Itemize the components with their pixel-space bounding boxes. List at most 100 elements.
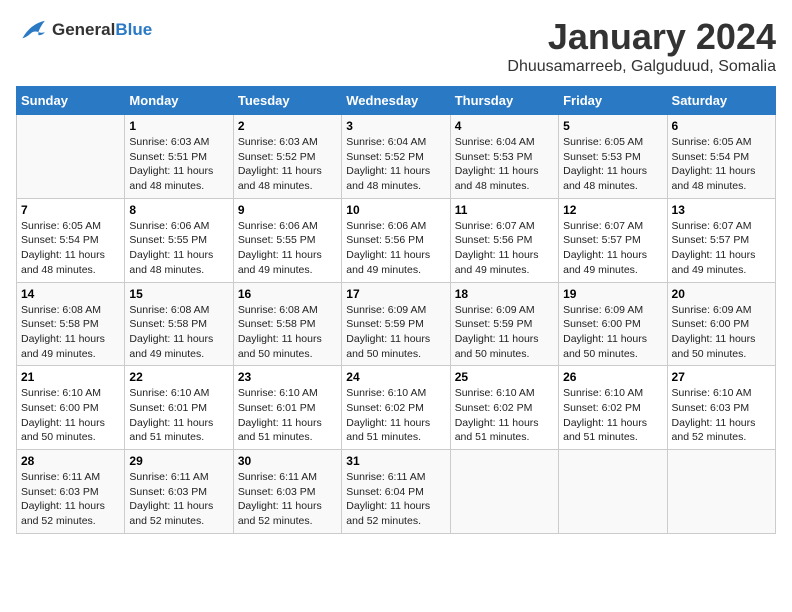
- calendar-cell: 10 Sunrise: 6:06 AM Sunset: 5:56 PM Dayli…: [342, 198, 450, 282]
- day-number: 3: [346, 119, 445, 133]
- calendar-cell: 15 Sunrise: 6:08 AM Sunset: 5:58 PM Dayli…: [125, 282, 233, 366]
- column-header-monday: Monday: [125, 87, 233, 115]
- day-number: 30: [238, 454, 337, 468]
- column-header-tuesday: Tuesday: [233, 87, 341, 115]
- calendar-cell: [667, 450, 775, 534]
- day-number: 5: [563, 119, 662, 133]
- day-number: 28: [21, 454, 120, 468]
- calendar-cell: 21Sunrise: 6:10 AM Sunset: 6:00 PM Dayli…: [17, 366, 125, 450]
- calendar-cell: 16 Sunrise: 6:08 AM Sunset: 5:58 PM Dayli…: [233, 282, 341, 366]
- logo-icon: [16, 16, 48, 44]
- calendar-cell: 5 Sunrise: 6:05 AM Sunset: 5:53 PM Daylig…: [559, 115, 667, 199]
- calendar-cell: [559, 450, 667, 534]
- day-info: Sunrise: 6:05 AM Sunset: 5:54 PM Dayligh…: [672, 135, 771, 194]
- calendar-cell: 2 Sunrise: 6:03 AM Sunset: 5:52 PM Daylig…: [233, 115, 341, 199]
- day-info: Sunrise: 6:03 AM Sunset: 5:51 PM Dayligh…: [129, 135, 228, 194]
- column-header-sunday: Sunday: [17, 87, 125, 115]
- day-number: 20: [672, 287, 771, 301]
- day-info: Sunrise: 6:04 AM Sunset: 5:53 PM Dayligh…: [455, 135, 554, 194]
- calendar-cell: 14 Sunrise: 6:08 AM Sunset: 5:58 PM Dayli…: [17, 282, 125, 366]
- calendar-cell: 4 Sunrise: 6:04 AM Sunset: 5:53 PM Daylig…: [450, 115, 558, 199]
- day-number: 19: [563, 287, 662, 301]
- calendar-cell: 31 Sunrise: 6:11 AM Sunset: 6:04 PM Dayli…: [342, 450, 450, 534]
- column-header-wednesday: Wednesday: [342, 87, 450, 115]
- day-info: Sunrise: 6:11 AM Sunset: 6:03 PM Dayligh…: [129, 470, 228, 529]
- calendar-cell: 22Sunrise: 6:10 AM Sunset: 6:01 PM Dayli…: [125, 366, 233, 450]
- column-header-saturday: Saturday: [667, 87, 775, 115]
- day-number: 2: [238, 119, 337, 133]
- day-number: 18: [455, 287, 554, 301]
- column-header-friday: Friday: [559, 87, 667, 115]
- calendar-cell: [450, 450, 558, 534]
- day-info: Sunrise: 6:11 AM Sunset: 6:03 PM Dayligh…: [21, 470, 120, 529]
- day-info: Sunrise: 6:08 AM Sunset: 5:58 PM Dayligh…: [129, 303, 228, 362]
- calendar-cell: 30 Sunrise: 6:11 AM Sunset: 6:03 PM Dayli…: [233, 450, 341, 534]
- day-info: Sunrise: 6:07 AM Sunset: 5:57 PM Dayligh…: [563, 219, 662, 278]
- day-number: 24: [346, 370, 445, 384]
- calendar-cell: 7Sunrise: 6:05 AM Sunset: 5:54 PM Daylig…: [17, 198, 125, 282]
- day-number: 7: [21, 203, 120, 217]
- day-info: Sunrise: 6:04 AM Sunset: 5:52 PM Dayligh…: [346, 135, 445, 194]
- day-number: 25: [455, 370, 554, 384]
- day-number: 15: [129, 287, 228, 301]
- calendar-cell: 17 Sunrise: 6:09 AM Sunset: 5:59 PM Dayli…: [342, 282, 450, 366]
- day-number: 12: [563, 203, 662, 217]
- calendar-cell: [17, 115, 125, 199]
- calendar-week-row: 21Sunrise: 6:10 AM Sunset: 6:00 PM Dayli…: [17, 366, 776, 450]
- logo-text: GeneralBlue: [52, 20, 152, 40]
- day-number: 17: [346, 287, 445, 301]
- calendar-cell: 24Sunrise: 6:10 AM Sunset: 6:02 PM Dayli…: [342, 366, 450, 450]
- calendar-cell: 29 Sunrise: 6:11 AM Sunset: 6:03 PM Dayli…: [125, 450, 233, 534]
- day-number: 11: [455, 203, 554, 217]
- calendar-cell: 8Sunrise: 6:06 AM Sunset: 5:55 PM Daylig…: [125, 198, 233, 282]
- calendar-cell: 3 Sunrise: 6:04 AM Sunset: 5:52 PM Daylig…: [342, 115, 450, 199]
- calendar-cell: 13 Sunrise: 6:07 AM Sunset: 5:57 PM Dayli…: [667, 198, 775, 282]
- day-number: 29: [129, 454, 228, 468]
- day-number: 21: [21, 370, 120, 384]
- calendar-cell: 26Sunrise: 6:10 AM Sunset: 6:02 PM Dayli…: [559, 366, 667, 450]
- day-number: 10: [346, 203, 445, 217]
- calendar-cell: 1 Sunrise: 6:03 AM Sunset: 5:51 PM Daylig…: [125, 115, 233, 199]
- day-info: Sunrise: 6:06 AM Sunset: 5:56 PM Dayligh…: [346, 219, 445, 278]
- calendar-cell: 20 Sunrise: 6:09 AM Sunset: 6:00 PM Dayli…: [667, 282, 775, 366]
- calendar-cell: 28 Sunrise: 6:11 AM Sunset: 6:03 PM Dayli…: [17, 450, 125, 534]
- day-info: Sunrise: 6:09 AM Sunset: 5:59 PM Dayligh…: [346, 303, 445, 362]
- calendar-cell: 9Sunrise: 6:06 AM Sunset: 5:55 PM Daylig…: [233, 198, 341, 282]
- day-number: 23: [238, 370, 337, 384]
- day-info: Sunrise: 6:03 AM Sunset: 5:52 PM Dayligh…: [238, 135, 337, 194]
- day-info: Sunrise: 6:09 AM Sunset: 5:59 PM Dayligh…: [455, 303, 554, 362]
- day-number: 1: [129, 119, 228, 133]
- day-info: Sunrise: 6:08 AM Sunset: 5:58 PM Dayligh…: [21, 303, 120, 362]
- day-number: 4: [455, 119, 554, 133]
- day-info: Sunrise: 6:11 AM Sunset: 6:03 PM Dayligh…: [238, 470, 337, 529]
- day-number: 14: [21, 287, 120, 301]
- calendar-cell: 27 Sunrise: 6:10 AM Sunset: 6:03 PM Dayli…: [667, 366, 775, 450]
- calendar-week-row: 28 Sunrise: 6:11 AM Sunset: 6:03 PM Dayli…: [17, 450, 776, 534]
- day-number: 13: [672, 203, 771, 217]
- month-title: January 2024: [507, 16, 776, 58]
- logo: GeneralBlue: [16, 16, 152, 44]
- day-info: Sunrise: 6:05 AM Sunset: 5:53 PM Dayligh…: [563, 135, 662, 194]
- day-number: 16: [238, 287, 337, 301]
- day-number: 31: [346, 454, 445, 468]
- day-number: 6: [672, 119, 771, 133]
- day-number: 27: [672, 370, 771, 384]
- calendar-cell: 11Sunrise: 6:07 AM Sunset: 5:56 PM Dayli…: [450, 198, 558, 282]
- day-info: Sunrise: 6:09 AM Sunset: 6:00 PM Dayligh…: [672, 303, 771, 362]
- day-info: Sunrise: 6:11 AM Sunset: 6:04 PM Dayligh…: [346, 470, 445, 529]
- calendar-cell: 23Sunrise: 6:10 AM Sunset: 6:01 PM Dayli…: [233, 366, 341, 450]
- day-info: Sunrise: 6:10 AM Sunset: 6:02 PM Dayligh…: [455, 386, 554, 445]
- calendar-cell: 25 Sunrise: 6:10 AM Sunset: 6:02 PM Dayli…: [450, 366, 558, 450]
- day-info: Sunrise: 6:07 AM Sunset: 5:57 PM Dayligh…: [672, 219, 771, 278]
- calendar-table: SundayMondayTuesdayWednesdayThursdayFrid…: [16, 86, 776, 534]
- calendar-week-row: 7Sunrise: 6:05 AM Sunset: 5:54 PM Daylig…: [17, 198, 776, 282]
- calendar-week-row: 14 Sunrise: 6:08 AM Sunset: 5:58 PM Dayli…: [17, 282, 776, 366]
- day-info: Sunrise: 6:10 AM Sunset: 6:03 PM Dayligh…: [672, 386, 771, 445]
- calendar-cell: 18 Sunrise: 6:09 AM Sunset: 5:59 PM Dayli…: [450, 282, 558, 366]
- day-info: Sunrise: 6:10 AM Sunset: 6:02 PM Dayligh…: [563, 386, 662, 445]
- location-subtitle: Dhuusamarreeb, Galguduud, Somalia: [507, 58, 776, 76]
- calendar-cell: 19Sunrise: 6:09 AM Sunset: 6:00 PM Dayli…: [559, 282, 667, 366]
- page-header: GeneralBlue January 2024 Dhuusamarreeb, …: [16, 16, 776, 76]
- day-info: Sunrise: 6:08 AM Sunset: 5:58 PM Dayligh…: [238, 303, 337, 362]
- day-number: 8: [129, 203, 228, 217]
